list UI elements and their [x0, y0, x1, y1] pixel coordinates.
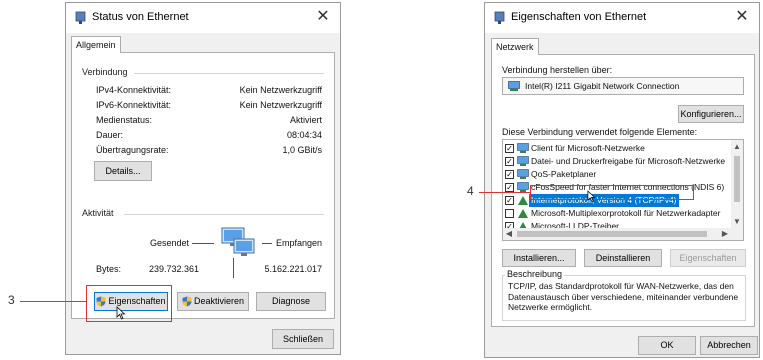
received-label: Empfangen	[276, 238, 323, 248]
deactivate-button-label: Deaktivieren	[193, 296, 245, 306]
description-group-label: Beschreibung	[505, 269, 565, 279]
sent-line	[192, 243, 214, 244]
scroll-up-icon[interactable]: ▲	[731, 142, 743, 151]
checkbox[interactable]: ✓	[505, 144, 514, 153]
highlight-properties-button	[86, 285, 172, 322]
cancel-button-label: Abbrechen	[707, 340, 751, 350]
diagnose-button[interactable]: Diagnose	[256, 292, 326, 311]
vertical-scrollbar[interactable]: ▲ ▼	[731, 140, 743, 228]
list-item[interactable]: ✓ QoS-Paketplaner	[503, 168, 733, 181]
network-service-icon	[517, 156, 529, 166]
speed-label: Übertragungsrate:	[96, 145, 169, 155]
status-dialog-titlebar: Status von Ethernet ✕	[66, 3, 340, 33]
callout-number-3: 3	[8, 293, 15, 307]
connect-using-label: Verbindung herstellen über:	[502, 65, 613, 75]
received-line	[262, 243, 272, 244]
checkbox[interactable]: ✓	[505, 157, 514, 166]
scroll-down-icon[interactable]: ▼	[731, 217, 743, 226]
diagnose-button-label: Diagnose	[271, 296, 311, 306]
bytes-sent-value: 239.732.361	[149, 264, 200, 274]
close-icon[interactable]: ✕	[731, 6, 753, 28]
status-panel: Verbindung IPv4-Konnektivität: Kein Netz…	[71, 52, 335, 319]
divider	[124, 214, 324, 215]
list-item[interactable]: ✓ Client für Microsoft-Netzwerke	[503, 142, 733, 155]
bytes-separator	[233, 258, 234, 278]
mouse-cursor-icon	[116, 306, 126, 320]
component-properties-button[interactable]: Eigenschaften	[670, 249, 746, 267]
checkbox[interactable]: ✓	[505, 196, 514, 205]
ipv4-label: IPv4-Konnektivität:	[96, 85, 172, 95]
component-properties-button-label: Eigenschaften	[679, 253, 737, 263]
list-item-label: QoS-Paketplaner	[531, 169, 597, 179]
uninstall-button-label: Deinstallieren	[595, 253, 651, 263]
protocol-icon	[518, 196, 528, 205]
configure-button[interactable]: Konfigurieren...	[678, 105, 744, 123]
properties-dialog-title: Eigenschaften von Ethernet	[511, 11, 647, 23]
elements-label: Diese Verbindung verwendet folgende Elem…	[502, 127, 698, 137]
mouse-cursor-icon	[587, 190, 596, 203]
scroll-thumb[interactable]	[734, 156, 740, 202]
media-status-label: Medienstatus:	[96, 115, 153, 125]
duration-label: Dauer:	[96, 130, 124, 140]
uninstall-button[interactable]: Deinstallieren	[584, 249, 662, 267]
shield-icon	[182, 296, 192, 307]
install-button[interactable]: Installieren...	[502, 249, 576, 267]
horizontal-scrollbar[interactable]: ◀ ▶	[503, 228, 743, 240]
scroll-left-icon[interactable]: ◀	[503, 229, 515, 238]
properties-dialog: Eigenschaften von Ethernet ✕ Netzwerk Ve…	[484, 2, 760, 358]
ipv6-label: IPv6-Konnektivität:	[96, 100, 172, 110]
list-item-label: Microsoft-Multiplexorprotokoll für Netzw…	[531, 208, 721, 218]
status-dialog-title: Status von Ethernet	[92, 11, 189, 23]
list-item-label: Datei- und Druckerfreigabe für Microsoft…	[531, 156, 726, 166]
network-client-icon	[517, 143, 529, 153]
close-button-label: Schließen	[282, 334, 324, 344]
duration-value: 08:04:34	[286, 130, 322, 140]
network-card-icon	[508, 81, 520, 91]
network-computers-icon	[221, 227, 255, 256]
bytes-label: Bytes:	[96, 264, 122, 274]
list-item[interactable]: ✓ Datei- und Druckerfreigabe für Microso…	[503, 155, 733, 168]
ipv4-value: Kein Netzwerkzugriff	[239, 85, 322, 95]
ipv6-value: Kein Netzwerkzugriff	[239, 100, 322, 110]
description-group: Beschreibung TCP/IP, das Standardprotoko…	[502, 269, 746, 321]
network-adapter-icon	[75, 11, 86, 24]
cancel-button[interactable]: Abbrechen	[700, 336, 758, 355]
media-status-value: Aktiviert	[289, 115, 322, 125]
ok-button-label: OK	[660, 340, 674, 350]
scroll-right-icon[interactable]: ▶	[719, 229, 731, 238]
checkbox[interactable]: ✓	[505, 183, 514, 192]
deactivate-button[interactable]: Deaktivieren	[177, 292, 249, 311]
description-text: TCP/IP, das Standardprotokoll für WAN-Ne…	[508, 281, 739, 312]
list-item[interactable]: Microsoft-Multiplexorprotokoll für Netzw…	[503, 207, 733, 220]
close-button[interactable]: Schließen	[272, 329, 334, 349]
configure-button-label: Konfigurieren...	[680, 109, 742, 119]
bytes-received-value: 5.162.221.017	[264, 264, 322, 274]
install-button-label: Installieren...	[513, 253, 565, 263]
group-connection-label: Verbindung	[82, 67, 128, 77]
adapter-name: Intel(R) I211 Gigabit Network Connection	[525, 81, 680, 91]
ok-button[interactable]: OK	[638, 336, 696, 355]
tab-netzwerk[interactable]: Netzwerk	[491, 38, 539, 55]
scroll-thumb[interactable]	[517, 231, 707, 237]
list-item-label: Client für Microsoft-Netzwerke	[531, 143, 645, 153]
network-adapter-icon	[494, 11, 505, 24]
checkbox[interactable]: ✓	[505, 170, 514, 179]
callout-number-4: 4	[467, 184, 474, 198]
sent-label: Gesendet	[150, 238, 190, 248]
close-icon[interactable]: ✕	[312, 6, 334, 28]
group-activity-label: Aktivität	[82, 208, 114, 218]
details-button-label: Details...	[105, 166, 141, 176]
callout-line-3	[20, 301, 86, 302]
checkbox[interactable]	[505, 209, 514, 218]
adapter-field: Intel(R) I211 Gigabit Network Connection	[502, 77, 744, 95]
tab-allgemein[interactable]: Allgemein	[71, 36, 121, 53]
divider	[134, 73, 324, 74]
speed-value: 1,0 GBit/s	[282, 145, 322, 155]
properties-dialog-titlebar: Eigenschaften von Ethernet ✕	[485, 3, 759, 33]
details-button[interactable]: Details...	[94, 161, 152, 181]
network-service-icon	[517, 169, 529, 179]
highlight-ipv4-item	[530, 185, 694, 200]
protocol-icon	[518, 209, 528, 218]
callout-line-4	[479, 192, 530, 193]
